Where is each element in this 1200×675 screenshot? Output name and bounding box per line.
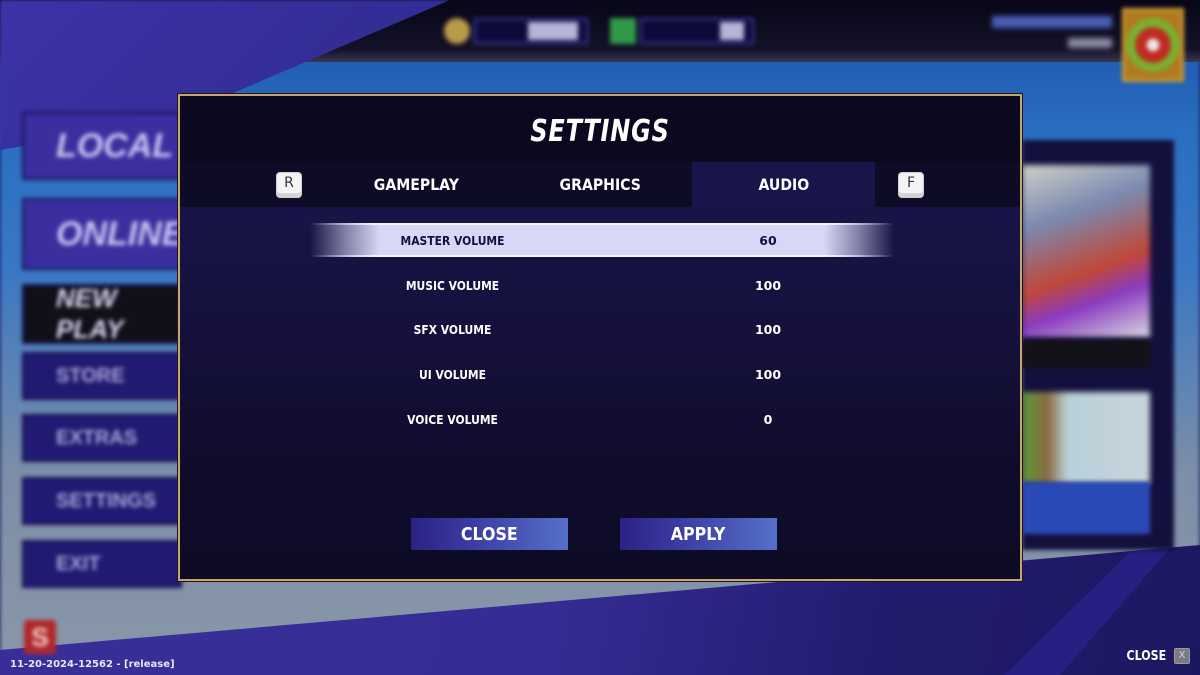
community-event-caption <box>1022 482 1150 534</box>
settings-tabs: R GAMEPLAY GRAPHICS AUDIO F <box>180 162 1020 207</box>
coin-value <box>528 22 578 40</box>
community-event-image <box>1022 392 1150 484</box>
setting-row-ui-volume[interactable]: UI VOLUME 100 <box>310 357 894 391</box>
modal-title: SETTINGS <box>530 114 670 149</box>
setting-value: 0 <box>763 411 773 427</box>
menu-item-online: ONLINE <box>22 198 184 270</box>
menu-item-settings: SETTINGS <box>22 477 182 525</box>
setting-row-voice-volume[interactable]: VOICE VOLUME 0 <box>310 402 894 436</box>
setting-value: 100 <box>754 277 782 293</box>
setting-row-sfx-volume[interactable]: SFX VOLUME 100 <box>310 312 894 346</box>
setting-label: MASTER VOLUME <box>400 232 505 248</box>
tab-audio[interactable]: AUDIO <box>692 162 875 207</box>
player-avatar <box>1122 8 1184 82</box>
menu-item-new-play: NEW PLAY <box>22 283 182 344</box>
menu-item-extras: EXTRAS <box>22 414 182 462</box>
tab-graphics[interactable]: GRAPHICS <box>509 162 692 207</box>
setting-value: 100 <box>754 321 782 337</box>
coin-icon <box>444 18 470 44</box>
menu-item-exit: EXIT <box>22 540 182 588</box>
tab-gameplay[interactable]: GAMEPLAY <box>325 162 508 207</box>
publisher-logo: S <box>24 620 56 654</box>
gem-value <box>720 22 744 40</box>
prev-tab-key-icon[interactable]: R <box>276 172 302 198</box>
apply-button[interactable]: APPLY <box>620 518 777 550</box>
menu-item-local: LOCAL <box>22 112 182 180</box>
event-image <box>1022 165 1150 337</box>
setting-row-music-volume[interactable]: MUSIC VOLUME 100 <box>310 268 894 302</box>
setting-value: 60 <box>759 232 777 248</box>
corner-close-button[interactable]: CLOSE X <box>1123 648 1190 664</box>
audio-settings-panel: MASTER VOLUME 60 MUSIC VOLUME 100 SFX VO… <box>180 207 1020 579</box>
corner-close-label: CLOSE <box>1126 648 1167 664</box>
next-tab-key-icon[interactable]: F <box>898 172 924 198</box>
setting-label: UI VOLUME <box>419 366 486 382</box>
setting-label: MUSIC VOLUME <box>405 277 500 293</box>
close-key-icon: X <box>1174 648 1190 664</box>
setting-value: 100 <box>754 366 782 382</box>
coin-currency <box>444 16 588 46</box>
gem-icon <box>610 18 636 44</box>
event-caption <box>1022 340 1150 368</box>
settings-modal: SETTINGS R GAMEPLAY GRAPHICS AUDIO F MAS… <box>178 94 1022 581</box>
setting-row-master-volume[interactable]: MASTER VOLUME 60 <box>310 223 894 257</box>
menu-item-store: STORE <box>22 352 182 400</box>
close-button[interactable]: CLOSE <box>411 518 568 550</box>
gem-currency <box>610 16 754 46</box>
player-level <box>1068 38 1112 48</box>
build-version: 11-20-2024-12562 - [release] <box>10 659 175 670</box>
player-name <box>992 16 1112 28</box>
setting-label: VOICE VOLUME <box>407 411 498 427</box>
setting-label: SFX VOLUME <box>413 321 492 337</box>
